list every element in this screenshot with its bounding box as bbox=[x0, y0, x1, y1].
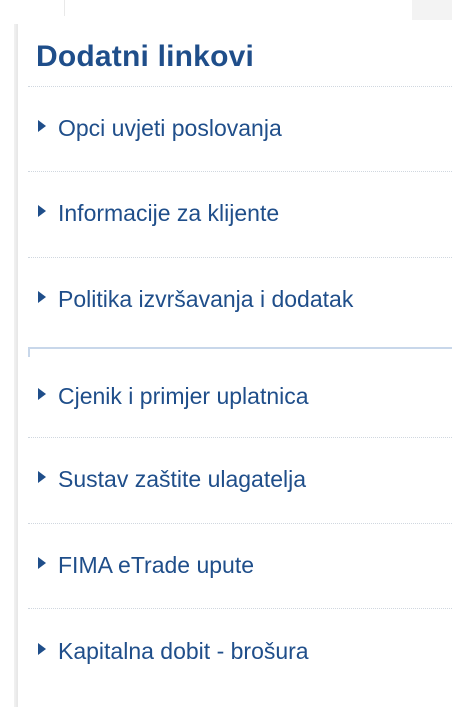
triangle-right-icon bbox=[38, 557, 46, 569]
link-label: Cjenik i primjer uplatnica bbox=[58, 383, 309, 409]
triangle-right-icon bbox=[38, 388, 46, 400]
additional-links-panel: Dodatni linkovi Opci uvjeti poslovanja I… bbox=[28, 28, 452, 677]
link-label: Opci uvjeti poslovanja bbox=[58, 115, 282, 141]
triangle-right-icon bbox=[38, 120, 46, 132]
top-decoration-tick bbox=[64, 0, 65, 16]
link-item-cjenik[interactable]: Cjenik i primjer uplatnica bbox=[28, 355, 452, 437]
triangle-right-icon bbox=[38, 471, 46, 483]
triangle-right-icon bbox=[38, 643, 46, 655]
panel-title: Dodatni linkovi bbox=[36, 40, 255, 73]
triangle-right-icon bbox=[38, 291, 46, 303]
link-label: Sustav zaštite ulagatelja bbox=[58, 466, 307, 492]
link-item-sustav-zastite[interactable]: Sustav zaštite ulagatelja bbox=[28, 438, 452, 523]
link-item-politika[interactable]: Politika izvršavanja i dodatak bbox=[28, 258, 452, 355]
link-label: FIMA eTrade upute bbox=[58, 552, 255, 578]
link-label: Kapitalna dobit - brošura bbox=[58, 638, 309, 664]
top-right-decoration bbox=[412, 0, 452, 20]
link-item-fima-etrade[interactable]: FIMA eTrade upute bbox=[28, 524, 452, 608]
triangle-right-icon bbox=[38, 205, 46, 217]
left-border-rule bbox=[14, 24, 18, 707]
active-highlight-line bbox=[28, 347, 452, 349]
link-item-kapitalna-dobit[interactable]: Kapitalna dobit - brošura bbox=[28, 609, 452, 677]
active-highlight-corner bbox=[28, 347, 30, 357]
link-label: Informacije za klijente bbox=[58, 200, 280, 226]
link-label: Politika izvršavanja i dodatak bbox=[58, 286, 354, 312]
link-item-opci-uvjeti[interactable]: Opci uvjeti poslovanja bbox=[28, 87, 452, 171]
link-item-informacije[interactable]: Informacije za klijente bbox=[28, 172, 452, 257]
